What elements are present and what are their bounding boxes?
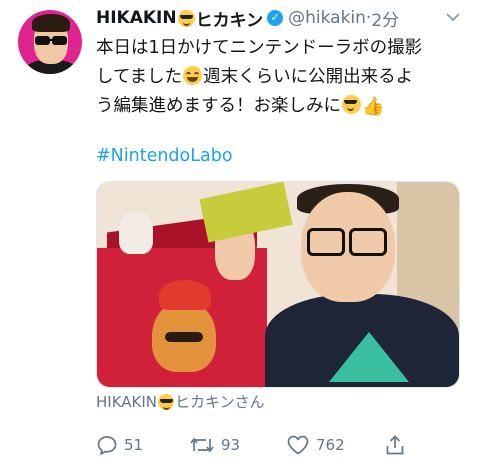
tweet-actions: 51 93 762	[96, 432, 416, 458]
timestamp[interactable]: 2分	[371, 6, 399, 31]
sunglasses-emoji-icon	[342, 95, 361, 114]
display-name[interactable]: HIKAKIN	[96, 8, 177, 28]
share-button[interactable]	[384, 432, 406, 458]
media-tag-caption[interactable]: HIKAKIN ヒカキンさん	[96, 391, 265, 412]
retweet-icon	[189, 434, 215, 456]
tweet-text-line: う編集進めまする！お楽しみに 👍	[96, 92, 468, 121]
share-icon	[384, 434, 406, 456]
tweet-text-line: してました 週末くらいに公開出来るよ	[96, 63, 468, 92]
chevron-down-icon[interactable]	[446, 10, 460, 26]
tweet-header: HIKAKIN ヒカキン ✓ @hikakin · 2分	[96, 6, 399, 31]
caption-name: HIKAKIN	[96, 392, 158, 411]
display-name-suffix[interactable]: ヒカキン	[196, 6, 264, 31]
hashtag-link[interactable]: #NintendoLabo	[96, 146, 233, 166]
photo-plush-hat	[159, 280, 211, 310]
photo-shirt-graphic	[329, 332, 409, 382]
profile-avatar[interactable]	[18, 10, 82, 74]
laughing-emoji-icon	[183, 66, 203, 85]
heart-icon	[286, 434, 310, 456]
retweet-button[interactable]: 93	[189, 432, 240, 458]
avatar-sunglasses-bridge	[48, 39, 54, 41]
avatar-sunglasses-right	[52, 36, 67, 45]
sunglasses-emoji-icon	[158, 393, 175, 410]
tweet-text-segment: 週末くらいに公開出来るよ	[203, 67, 414, 87]
photo-plush-mustache	[165, 332, 203, 342]
tweet-text-segment: してました	[96, 67, 183, 87]
photo-dog-figure	[119, 212, 153, 254]
verified-icon: ✓	[267, 10, 284, 26]
caption-suffix: ヒカキンさん	[175, 393, 265, 411]
photo-glasses-right	[349, 228, 387, 256]
reply-button[interactable]: 51	[96, 432, 143, 458]
avatar-hair	[32, 14, 70, 32]
user-handle[interactable]: @hikakin	[288, 8, 366, 28]
like-button[interactable]: 762	[286, 432, 345, 458]
retweet-count: 93	[221, 436, 241, 454]
tweet-text-segment: う編集進めまする！お楽しみに	[96, 96, 341, 116]
tweet-text: 本日は1日かけてニンテンドーラボの撮影 してました 週末くらいに公開出来るよ う編…	[96, 34, 468, 121]
reply-icon	[96, 434, 118, 456]
tweet-text-line: 本日は1日かけてニンテンドーラボの撮影	[96, 38, 423, 58]
reply-count: 51	[124, 436, 144, 454]
media-photo[interactable]	[96, 181, 460, 388]
photo-glasses-left	[307, 228, 345, 256]
sunglasses-emoji-icon	[177, 9, 195, 27]
thumbs-up-emoji-icon: 👍	[362, 96, 385, 117]
like-count: 762	[316, 436, 345, 454]
